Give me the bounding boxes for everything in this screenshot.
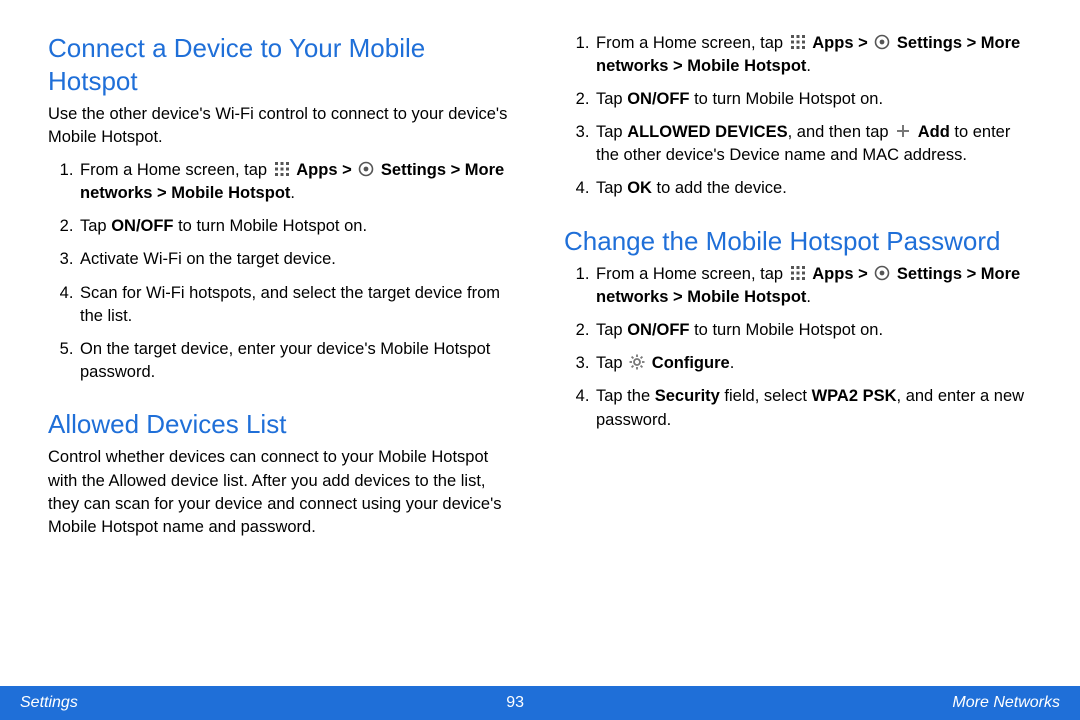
- settings-icon: [358, 161, 374, 177]
- text: to turn Mobile Hotspot on.: [174, 217, 368, 235]
- text-bold: WPA2 PSK: [812, 387, 897, 405]
- apps-icon: [790, 265, 806, 281]
- text-bold: ON/OFF: [627, 321, 689, 339]
- list-item: Tap OK to add the device.: [594, 177, 1032, 200]
- list-item: Tap the Security field, select WPA2 PSK,…: [594, 385, 1032, 431]
- list-item: Activate Wi-Fi on the target device.: [78, 248, 516, 271]
- page-footer: Settings 93 More Networks: [0, 686, 1080, 720]
- intro-allowed: Control whether devices can connect to y…: [48, 446, 516, 538]
- list-item: Tap Configure.: [594, 352, 1032, 375]
- list-item: On the target device, enter your device'…: [78, 338, 516, 384]
- text: to turn Mobile Hotspot on.: [690, 90, 884, 108]
- text-bold: Apps >: [296, 161, 356, 179]
- text-bold: Security: [655, 387, 720, 405]
- text: Tap: [80, 217, 111, 235]
- text: Tap: [596, 90, 627, 108]
- text-bold: Apps >: [812, 265, 872, 283]
- footer-page-number: 93: [506, 694, 524, 712]
- text: From a Home screen, tap: [80, 161, 272, 179]
- steps-connect: From a Home screen, tap Apps > Settings …: [48, 159, 516, 384]
- page-body: Connect a Device to Your Mobile Hotspot …: [0, 0, 1080, 686]
- text: .: [730, 354, 735, 372]
- heading-allowed-devices: Allowed Devices List: [48, 408, 516, 441]
- list-item: Tap ALLOWED DEVICES, and then tap Add to…: [594, 121, 1032, 167]
- list-item: Tap ON/OFF to turn Mobile Hotspot on.: [78, 215, 516, 238]
- text: .: [806, 57, 811, 75]
- text: Tap: [596, 354, 627, 372]
- left-column: Connect a Device to Your Mobile Hotspot …: [48, 32, 516, 674]
- text: Tap: [596, 179, 627, 197]
- steps-allowed: From a Home screen, tap Apps > Settings …: [564, 32, 1032, 201]
- list-item: From a Home screen, tap Apps > Settings …: [78, 159, 516, 205]
- text-bold: ON/OFF: [111, 217, 173, 235]
- gear-icon: [629, 354, 645, 370]
- list-item: From a Home screen, tap Apps > Settings …: [594, 263, 1032, 309]
- text: field, select: [720, 387, 812, 405]
- text-bold: ALLOWED DEVICES: [627, 123, 787, 141]
- text-bold: Apps >: [812, 34, 872, 52]
- apps-icon: [274, 161, 290, 177]
- text: Tap the: [596, 387, 655, 405]
- text-bold: ON/OFF: [627, 90, 689, 108]
- heading-change-password: Change the Mobile Hotspot Password: [564, 225, 1032, 258]
- text: Tap: [596, 321, 627, 339]
- footer-left: Settings: [20, 694, 78, 712]
- intro-connect: Use the other device's Wi-Fi control to …: [48, 103, 516, 149]
- steps-change-password: From a Home screen, tap Apps > Settings …: [564, 263, 1032, 432]
- right-column: From a Home screen, tap Apps > Settings …: [564, 32, 1032, 674]
- settings-icon: [874, 265, 890, 281]
- list-item: From a Home screen, tap Apps > Settings …: [594, 32, 1032, 78]
- text-bold: OK: [627, 179, 652, 197]
- text: .: [806, 288, 811, 306]
- heading-connect-device: Connect a Device to Your Mobile Hotspot: [48, 32, 516, 97]
- text: to turn Mobile Hotspot on.: [690, 321, 884, 339]
- text: .: [290, 184, 295, 202]
- settings-icon: [874, 34, 890, 50]
- list-item: Tap ON/OFF to turn Mobile Hotspot on.: [594, 88, 1032, 111]
- text: Tap: [596, 123, 627, 141]
- list-item: Tap ON/OFF to turn Mobile Hotspot on.: [594, 319, 1032, 342]
- text-bold: Configure: [652, 354, 730, 372]
- text: , and then tap: [788, 123, 894, 141]
- text: From a Home screen, tap: [596, 265, 788, 283]
- text: From a Home screen, tap: [596, 34, 788, 52]
- apps-icon: [790, 34, 806, 50]
- text: to add the device.: [652, 179, 787, 197]
- plus-icon: [895, 123, 911, 139]
- text-bold: Add: [918, 123, 950, 141]
- list-item: Scan for Wi-Fi hotspots, and select the …: [78, 282, 516, 328]
- footer-right: More Networks: [952, 694, 1060, 712]
